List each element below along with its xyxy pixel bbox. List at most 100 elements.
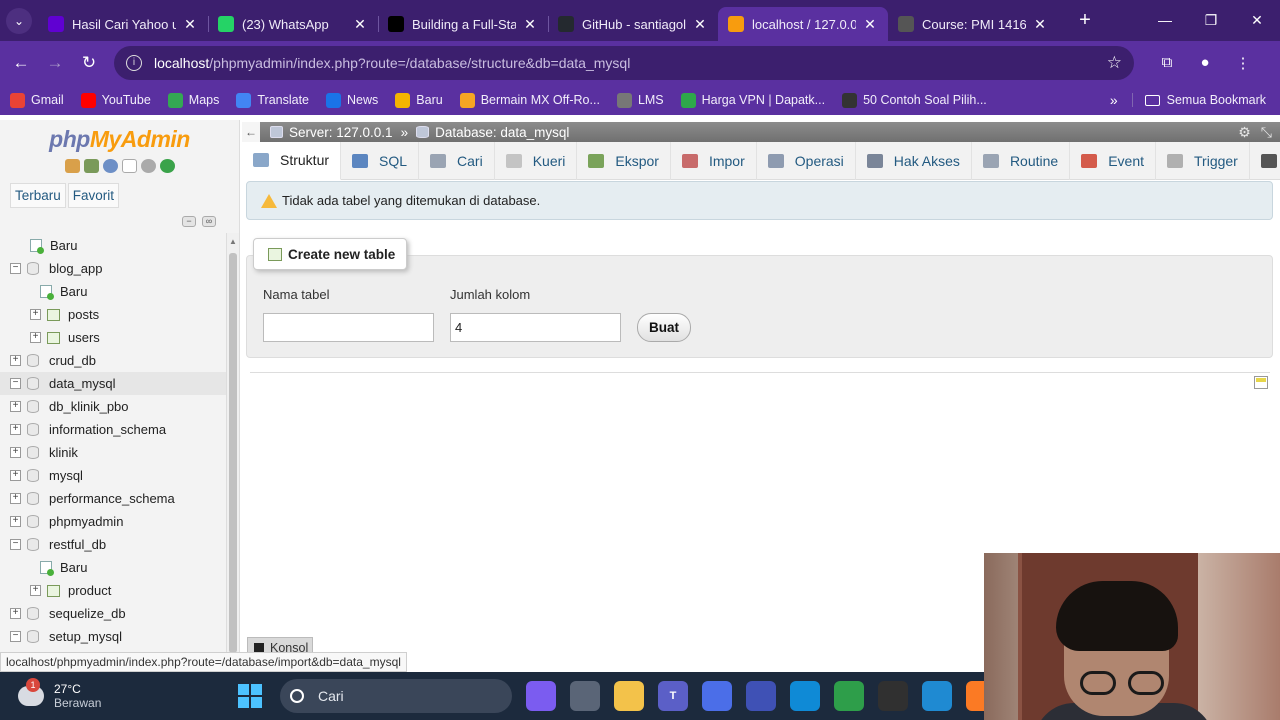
- link-with-main-icon[interactable]: ∞: [202, 216, 216, 227]
- browser-tab[interactable]: Hasil Cari Yahoo untuk ✕: [38, 7, 208, 41]
- tab-trigger[interactable]: Trigger: [1156, 141, 1250, 180]
- bookmark-item[interactable]: Translate: [236, 92, 309, 108]
- tree-database-item[interactable]: − data_mysql: [0, 372, 226, 395]
- collapse-icon[interactable]: −: [10, 263, 21, 274]
- browser-menu-icon[interactable]: ⋮: [1224, 54, 1262, 72]
- tree-database-item[interactable]: + db_klinik_pbo: [0, 395, 226, 418]
- tree-new-item[interactable]: Baru: [0, 280, 226, 303]
- site-info-icon[interactable]: i: [126, 55, 142, 71]
- expand-icon[interactable]: +: [10, 608, 21, 619]
- tab-event[interactable]: Event: [1070, 141, 1157, 180]
- reload-button[interactable]: ↻: [72, 53, 106, 73]
- bookmark-item[interactable]: News: [326, 92, 378, 108]
- tree-new-item[interactable]: Baru: [0, 234, 226, 257]
- expand-icon[interactable]: +: [30, 332, 41, 343]
- collapse-icon[interactable]: −: [10, 539, 21, 550]
- new-tab-button[interactable]: +: [1072, 9, 1098, 32]
- maximize-content-icon[interactable]: ⤡: [1261, 124, 1272, 141]
- expand-icon[interactable]: +: [10, 447, 21, 458]
- copilot-icon[interactable]: [526, 681, 556, 711]
- expand-icon[interactable]: +: [10, 470, 21, 481]
- powerautomate-icon[interactable]: [746, 681, 776, 711]
- scroll-up-arrow-icon[interactable]: ▲: [227, 237, 239, 246]
- recent-tables-tab[interactable]: Terbaru: [10, 183, 66, 208]
- tab-impor[interactable]: Impor: [671, 141, 757, 180]
- docs-icon[interactable]: [121, 159, 137, 173]
- minimize-button[interactable]: —: [1142, 12, 1188, 29]
- tree-database-item[interactable]: + klinik: [0, 441, 226, 464]
- settings-gear-icon[interactable]: [140, 159, 156, 173]
- page-related-settings-icon[interactable]: [1254, 376, 1268, 389]
- page-settings-gear-icon[interactable]: ⚙: [1238, 124, 1251, 141]
- tree-database-item[interactable]: − restful_db: [0, 533, 226, 556]
- table-name-input[interactable]: [263, 313, 434, 342]
- browser-tab[interactable]: Building a Full-Stack ✕: [378, 7, 548, 41]
- bookmark-item[interactable]: LMS: [616, 92, 664, 108]
- collapse-all-icon[interactable]: −: [182, 216, 196, 227]
- clipchamp-icon[interactable]: [702, 681, 732, 711]
- tree-database-item[interactable]: + information_schema: [0, 418, 226, 441]
- close-window-button[interactable]: ✕: [1234, 12, 1280, 29]
- create-table-button[interactable]: Buat: [637, 313, 691, 342]
- close-tab-icon[interactable]: ✕: [692, 16, 708, 33]
- tree-database-item[interactable]: + mysql: [0, 464, 226, 487]
- close-tab-icon[interactable]: ✕: [862, 16, 878, 33]
- tab-ekspor[interactable]: Ekspor: [577, 141, 671, 180]
- bookmark-star-icon[interactable]: ☆: [1107, 53, 1122, 73]
- edge-icon[interactable]: [790, 681, 820, 711]
- tab-hak-akses[interactable]: Hak Akses: [856, 141, 972, 180]
- tree-table-item[interactable]: + users: [0, 326, 226, 349]
- expand-icon[interactable]: +: [10, 493, 21, 504]
- bookmark-item[interactable]: Gmail: [10, 92, 64, 108]
- reload-nav-icon[interactable]: [159, 159, 175, 173]
- chrome-icon[interactable]: [834, 681, 864, 711]
- nav-scrollbar[interactable]: ▲: [226, 233, 239, 657]
- forward-button[interactable]: →: [38, 53, 72, 73]
- tree-database-item[interactable]: + crud_db: [0, 349, 226, 372]
- breadcrumb-server[interactable]: Server: 127.0.0.1: [289, 125, 393, 140]
- bookmark-item[interactable]: Baru: [395, 92, 443, 108]
- tab-operasi[interactable]: Operasi: [757, 141, 856, 180]
- tree-database-item[interactable]: + performance_schema: [0, 487, 226, 510]
- close-tab-icon[interactable]: ✕: [1032, 16, 1048, 33]
- tree-database-item[interactable]: − setup_mysql: [0, 625, 226, 648]
- expand-icon[interactable]: +: [10, 516, 21, 527]
- task-view-icon[interactable]: [570, 681, 600, 711]
- tab-sql[interactable]: SQL: [341, 141, 420, 180]
- tree-table-item[interactable]: + product: [0, 579, 226, 602]
- expand-icon[interactable]: +: [30, 585, 41, 596]
- bookmark-item[interactable]: Bermain MX Off-Ro...: [459, 92, 600, 108]
- weather-widget[interactable]: 1 27°C Berawan: [18, 678, 218, 710]
- bookmark-item[interactable]: YouTube: [80, 92, 151, 108]
- phpmyadmin-logo[interactable]: phpMyAdmin: [0, 126, 239, 153]
- extensions-icon[interactable]: ⧉: [1148, 54, 1186, 72]
- expand-icon[interactable]: +: [10, 401, 21, 412]
- tab-kueri[interactable]: Kueri: [495, 141, 578, 180]
- bookmark-item[interactable]: 50 Contoh Soal Pilih...: [842, 92, 987, 108]
- more-bookmarks-icon[interactable]: »: [1110, 92, 1118, 108]
- all-bookmarks-button[interactable]: Semua Bookmark: [1131, 93, 1266, 107]
- tab-lai[interactable]: Lai: [1250, 142, 1280, 180]
- collapse-icon[interactable]: −: [10, 631, 21, 642]
- tab-struktur[interactable]: Struktur: [242, 141, 342, 180]
- tab-routine[interactable]: Routine: [972, 141, 1071, 180]
- tree-table-item[interactable]: + posts: [0, 303, 226, 326]
- tab-cari[interactable]: Cari: [419, 141, 495, 180]
- expand-icon[interactable]: +: [30, 309, 41, 320]
- tree-database-item[interactable]: + sequelize_db: [0, 602, 226, 625]
- column-count-input[interactable]: 4: [450, 313, 621, 342]
- close-tab-icon[interactable]: ✕: [522, 16, 538, 33]
- expand-icon[interactable]: +: [10, 424, 21, 435]
- address-bar[interactable]: i localhost/phpmyadmin/index.php?route=/…: [114, 46, 1134, 80]
- tree-new-item[interactable]: Baru: [0, 556, 226, 579]
- browser-tab[interactable]: localhost / 127.0.0.1 ✕: [718, 7, 888, 41]
- file-explorer-icon[interactable]: [614, 681, 644, 711]
- breadcrumb-database[interactable]: Database: data_mysql: [435, 125, 569, 140]
- home-icon[interactable]: [64, 159, 80, 173]
- help-icon[interactable]: [102, 159, 118, 173]
- logout-icon[interactable]: [83, 159, 99, 173]
- profile-avatar[interactable]: ●: [1186, 54, 1224, 72]
- browser-tab[interactable]: (23) WhatsApp ✕: [208, 7, 378, 41]
- collapse-icon[interactable]: −: [10, 378, 21, 389]
- nav-scroll-thumb[interactable]: [229, 253, 237, 653]
